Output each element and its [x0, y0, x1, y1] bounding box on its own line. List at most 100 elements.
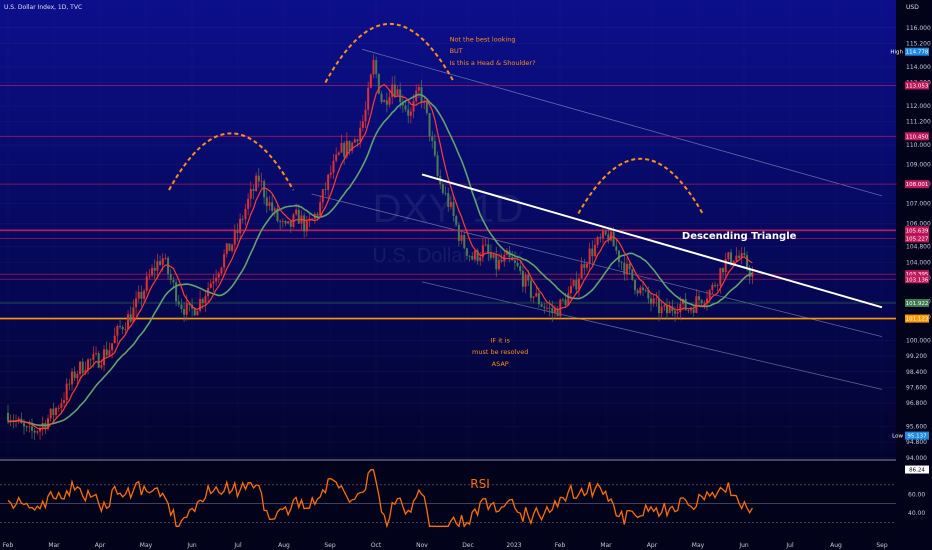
candle-body [305, 220, 308, 232]
candle-body [385, 100, 388, 105]
x-tick-label: Sep [876, 542, 888, 549]
candle-body [623, 262, 626, 275]
candle-body [65, 383, 68, 401]
candle-body [604, 231, 607, 235]
candle-body [284, 220, 287, 224]
x-tick-label: Oct [371, 542, 382, 549]
x-tick-label: May [692, 542, 705, 549]
candle-body [92, 354, 95, 360]
candle-body [279, 220, 282, 222]
candle-body [119, 326, 122, 327]
candle-body [609, 231, 612, 241]
candle-body [108, 350, 111, 356]
candle [631, 269, 634, 282]
candle-body [625, 263, 628, 275]
candle-body [700, 299, 703, 304]
candle-body [73, 371, 76, 379]
candle-body [548, 307, 551, 309]
price-level-tag-label: 101.922 [906, 301, 929, 307]
candle-body [327, 174, 330, 190]
candle-body [177, 301, 180, 305]
candle-body [364, 109, 367, 122]
candle-body [55, 407, 58, 416]
rsi-tick-label: 40.00 [908, 510, 925, 517]
candle-body [524, 274, 527, 287]
rsi-label: RSI [470, 477, 490, 491]
price-level-tag: 105.227 [905, 234, 929, 243]
candle-body [545, 307, 548, 309]
candle-body [228, 243, 231, 251]
candle-body [692, 309, 695, 313]
candle-body [132, 307, 135, 322]
y-tick-label: 104.000 [906, 259, 931, 266]
candle-body [28, 426, 31, 428]
candle-body [676, 312, 679, 314]
y-tick-label: 109.000 [906, 162, 931, 169]
candle-body [722, 268, 725, 273]
price-level-tag-name: High [890, 50, 903, 56]
candle-body [121, 326, 124, 330]
x-tick-label: Jul [233, 542, 242, 549]
candle-body [690, 309, 693, 311]
candle-body [156, 261, 159, 271]
candle-body [335, 154, 338, 161]
candle-body [492, 254, 495, 258]
candle-body [241, 218, 244, 220]
candle-body [97, 353, 100, 368]
candle-body [479, 257, 482, 261]
annotation-text: Is this a Head & Shoulder? [450, 59, 536, 67]
price-chart[interactable]: DXY, 1D U.S. Dollar Index Not the best l… [0, 0, 932, 550]
candle-body [79, 361, 82, 375]
annotation-text: Not the best looking [450, 36, 516, 44]
candle-body [116, 326, 119, 336]
candle-body [708, 290, 711, 299]
candle-body [660, 306, 663, 314]
candle-body [151, 267, 154, 276]
candle-body [487, 244, 490, 253]
candle-body [375, 60, 378, 74]
candle-body [644, 290, 647, 291]
candle-body [95, 353, 98, 355]
candle-body [201, 298, 204, 304]
candle-body [425, 102, 428, 114]
candle-body [396, 89, 399, 96]
candle-body [231, 244, 234, 251]
candle-body [369, 74, 372, 88]
price-level-tag-label: 113.053 [906, 83, 929, 89]
candle-body [265, 197, 268, 206]
price-level-tag: 114.778High [890, 47, 929, 56]
candle-body [217, 273, 220, 278]
candle-body [521, 270, 524, 287]
candle-body [732, 260, 735, 264]
candle-body [716, 285, 719, 287]
price-level-tag: 105.639 [905, 226, 929, 235]
price-level-tag-label: 95.137 [907, 434, 927, 440]
candle-body [343, 143, 346, 157]
candle-body [535, 293, 538, 297]
price-level-tag: 103.136 [905, 275, 929, 284]
candle-body [361, 121, 364, 128]
candle-body [730, 252, 733, 264]
candle-body [204, 296, 207, 304]
x-tick-label: Nov [416, 542, 428, 549]
candle-body [233, 231, 236, 245]
x-tick-label: Mar [48, 542, 60, 549]
candle-body [140, 291, 143, 299]
candle-body [353, 139, 356, 143]
x-tick-label: Mar [600, 542, 612, 549]
candle-body [746, 255, 749, 269]
candle-body [159, 261, 162, 265]
candle-body [714, 284, 717, 286]
y-tick-label: 115.200 [906, 40, 931, 47]
candle-body [247, 198, 250, 209]
candle-body [409, 111, 412, 116]
y-tick-label: 106.000 [906, 220, 931, 227]
candle-body [583, 264, 586, 268]
candle-body [57, 407, 60, 409]
candle-body [497, 260, 500, 270]
candle-body [447, 193, 450, 207]
chart-background [0, 0, 896, 538]
candle-body [23, 423, 26, 427]
candle-body [143, 290, 146, 299]
price-level-tag: 101.922 [905, 298, 929, 307]
